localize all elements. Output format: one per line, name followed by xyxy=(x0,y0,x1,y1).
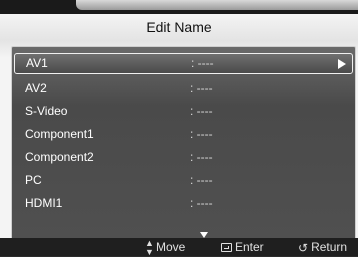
list-item-label: PC xyxy=(25,173,42,187)
list-item-label: AV2 xyxy=(25,81,47,95)
return-hint: ↺ Return xyxy=(298,238,347,257)
list-item-av2[interactable]: AV2 : ---- xyxy=(12,77,355,99)
top-strip xyxy=(0,0,358,14)
return-label: Return xyxy=(311,240,348,254)
enter-key-icon xyxy=(221,243,232,253)
list-item-value: : ---- xyxy=(190,81,213,95)
enter-label: Enter xyxy=(235,240,264,254)
list-item-pc[interactable]: PC : ---- xyxy=(12,169,355,191)
top-tab-decoration xyxy=(76,0,358,10)
edit-name-panel: Edit Name AV1 : ---- AV2 : ---- S-Video … xyxy=(0,14,358,244)
page-title: Edit Name xyxy=(146,19,212,35)
list-item-value: : ---- xyxy=(190,196,213,210)
list-item-label: HDMI1 xyxy=(25,196,63,210)
list-item-av1[interactable]: AV1 : ---- xyxy=(14,53,353,74)
list-item-label: Component1 xyxy=(25,127,94,141)
list-item-value: : ---- xyxy=(190,127,213,141)
list-item-hdmi1[interactable]: HDMI1 : ---- xyxy=(12,192,355,214)
footer-hints: ▲ ▼ Move Enter ↺ Return xyxy=(0,238,358,256)
enter-hint: Enter xyxy=(221,238,264,256)
list-item-value: : ---- xyxy=(190,173,213,187)
list-item-label: S-Video xyxy=(25,104,68,118)
list-item-component1[interactable]: Component1 : ---- xyxy=(12,123,355,145)
input-list: AV1 : ---- AV2 : ---- S-Video : ---- Com… xyxy=(11,46,356,244)
list-item-value: : ---- xyxy=(190,104,213,118)
move-hint: ▲ ▼ Move xyxy=(145,238,185,257)
updown-arrows-icon: ▲ ▼ xyxy=(145,237,154,257)
move-label: Move xyxy=(156,240,186,254)
list-item-label: AV1 xyxy=(26,56,48,70)
list-item-component2[interactable]: Component2 : ---- xyxy=(12,146,355,168)
list-item-value: : ---- xyxy=(191,56,214,70)
list-item-value: : ---- xyxy=(190,150,213,164)
list-item-label: Component2 xyxy=(25,150,94,164)
chevron-right-icon xyxy=(338,59,346,69)
return-arrow-icon: ↺ xyxy=(298,240,309,255)
list-item-s-video[interactable]: S-Video : ---- xyxy=(12,100,355,122)
